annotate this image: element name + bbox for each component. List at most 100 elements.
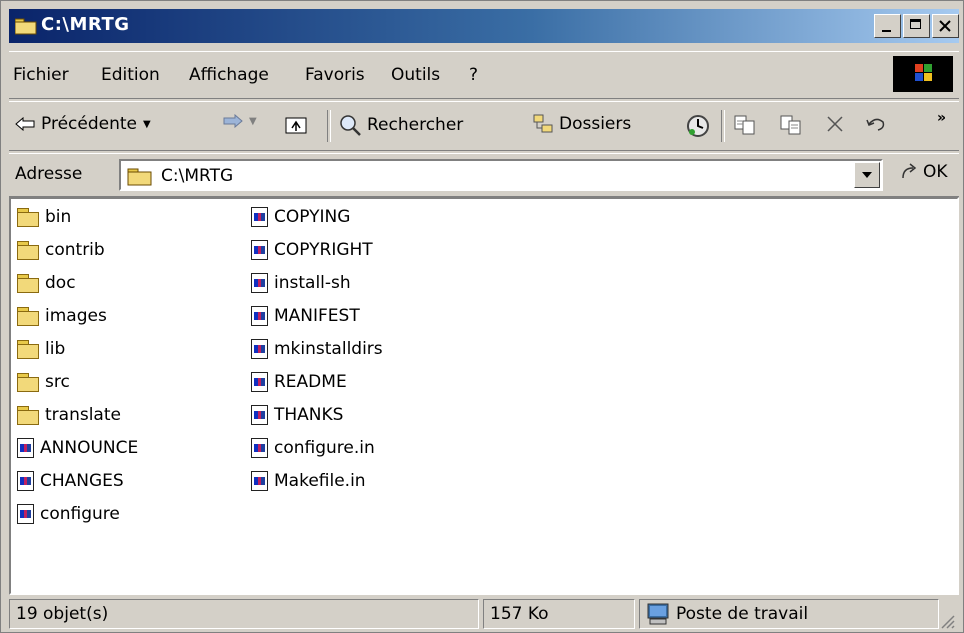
status-object-count: 19 objet(s) bbox=[9, 599, 479, 629]
item-label: images bbox=[45, 306, 107, 326]
file-icon bbox=[17, 504, 34, 524]
window-title: C:\MRTG bbox=[41, 14, 130, 35]
resize-grip-icon[interactable] bbox=[939, 613, 955, 629]
delete-icon bbox=[827, 116, 843, 132]
explorer-window: C:\MRTG Fichier Edition Affichage Favori… bbox=[0, 0, 964, 633]
folder-item[interactable]: bin bbox=[17, 203, 71, 231]
item-label: CHANGES bbox=[40, 471, 124, 491]
folders-tree-icon bbox=[533, 114, 553, 133]
toolbar-separator bbox=[721, 110, 725, 142]
menu-label: Outils bbox=[391, 65, 441, 85]
back-arrow-icon bbox=[15, 117, 35, 131]
folder-item[interactable]: translate bbox=[17, 401, 121, 429]
folder-icon bbox=[17, 340, 39, 359]
folder-icon bbox=[127, 168, 152, 186]
item-label: ANNOUNCE bbox=[40, 438, 139, 458]
file-item[interactable]: COPYRIGHT bbox=[251, 236, 373, 264]
status-size: 157 Ko bbox=[483, 599, 635, 629]
file-item[interactable]: install-sh bbox=[251, 269, 351, 297]
search-button[interactable]: Rechercher bbox=[339, 114, 463, 136]
windows-logo bbox=[893, 56, 953, 92]
standard-toolbar: Précédente ▼ ▼ Rechercher Dossiers » bbox=[9, 101, 959, 151]
file-item[interactable]: ANNOUNCE bbox=[17, 434, 138, 462]
chevron-down-icon bbox=[862, 172, 872, 178]
menu-label: Affichage bbox=[189, 65, 269, 85]
folder-item[interactable]: lib bbox=[17, 335, 65, 363]
item-label: MANIFEST bbox=[274, 306, 360, 326]
folder-item[interactable]: doc bbox=[17, 269, 76, 297]
status-zone: Poste de travail bbox=[639, 599, 939, 629]
item-label: src bbox=[45, 372, 70, 392]
folder-item[interactable]: src bbox=[17, 368, 70, 396]
copy-to-button[interactable] bbox=[779, 114, 803, 136]
folder-icon bbox=[17, 406, 39, 425]
maximize-icon bbox=[910, 19, 921, 29]
back-label: Précédente bbox=[41, 114, 137, 134]
item-label: bin bbox=[45, 207, 72, 227]
undo-icon bbox=[866, 118, 885, 131]
status-zone-label: Poste de travail bbox=[676, 604, 809, 624]
forward-arrow-icon bbox=[223, 114, 243, 128]
go-button[interactable]: OK bbox=[899, 162, 948, 182]
forward-button[interactable]: ▼ bbox=[223, 114, 257, 128]
toolbar-separator bbox=[327, 110, 331, 142]
menu-edition[interactable]: Edition bbox=[101, 65, 160, 85]
move-to-button[interactable] bbox=[733, 114, 757, 136]
move-to-icon bbox=[734, 115, 755, 135]
file-item[interactable]: README bbox=[251, 368, 347, 396]
undo-button[interactable] bbox=[865, 114, 887, 134]
file-list-pane[interactable]: bin contrib doc images lib src translate ANNOUN… bbox=[9, 197, 959, 595]
history-button[interactable] bbox=[685, 114, 711, 138]
close-button[interactable] bbox=[932, 14, 959, 38]
back-button[interactable]: Précédente ▼ bbox=[15, 114, 151, 134]
up-folder-button[interactable] bbox=[285, 114, 307, 134]
computer-icon bbox=[647, 603, 669, 625]
menu-outils[interactable]: Outils bbox=[391, 65, 440, 85]
menu-favoris[interactable]: Favoris bbox=[305, 65, 365, 85]
address-dropdown-button[interactable] bbox=[854, 162, 880, 188]
item-label: COPYING bbox=[274, 207, 351, 227]
address-input[interactable]: C:\MRTG bbox=[119, 159, 883, 191]
file-item[interactable]: Makefile.in bbox=[251, 467, 366, 495]
file-icon bbox=[17, 471, 34, 491]
file-item[interactable]: mkinstalldirs bbox=[251, 335, 383, 363]
minimize-button[interactable] bbox=[874, 14, 901, 38]
folder-icon bbox=[14, 17, 37, 35]
item-label: mkinstalldirs bbox=[274, 339, 383, 359]
search-icon bbox=[340, 115, 361, 136]
file-item[interactable]: configure.in bbox=[251, 434, 375, 462]
windows-flag-icon bbox=[915, 64, 932, 81]
address-value: C:\MRTG bbox=[161, 166, 234, 186]
menu-label: ? bbox=[469, 65, 479, 85]
file-icon bbox=[251, 405, 268, 425]
menu-affichage[interactable]: Affichage bbox=[189, 65, 269, 85]
file-icon bbox=[251, 339, 268, 359]
file-item[interactable]: configure bbox=[17, 500, 120, 528]
folder-icon bbox=[17, 208, 39, 227]
back-dropdown-icon: ▼ bbox=[142, 118, 151, 130]
maximize-button[interactable] bbox=[903, 14, 930, 38]
file-icon bbox=[17, 438, 34, 458]
menu-fichier[interactable]: Fichier bbox=[13, 65, 69, 85]
file-item[interactable]: MANIFEST bbox=[251, 302, 360, 330]
file-item[interactable]: CHANGES bbox=[17, 467, 124, 495]
menu-bar: Fichier Edition Affichage Favoris Outils… bbox=[9, 51, 959, 99]
title-bar[interactable]: C:\MRTG bbox=[9, 9, 959, 43]
toolbar-overflow-chevron-icon[interactable]: » bbox=[937, 110, 946, 126]
file-icon bbox=[251, 306, 268, 326]
folder-item[interactable]: contrib bbox=[17, 236, 105, 264]
folder-item[interactable]: images bbox=[17, 302, 107, 330]
forward-dropdown-icon: ▼ bbox=[249, 115, 257, 127]
item-label: install-sh bbox=[274, 273, 351, 293]
file-icon bbox=[251, 207, 268, 227]
menu-help[interactable]: ? bbox=[469, 65, 478, 85]
item-label: translate bbox=[45, 405, 121, 425]
file-item[interactable]: COPYING bbox=[251, 203, 350, 231]
file-item[interactable]: THANKS bbox=[251, 401, 343, 429]
folder-icon bbox=[17, 274, 39, 293]
go-label: OK bbox=[923, 162, 948, 182]
item-label: THANKS bbox=[274, 405, 344, 425]
delete-button[interactable] bbox=[825, 114, 845, 134]
folders-label: Dossiers bbox=[559, 114, 632, 134]
folders-button[interactable]: Dossiers bbox=[533, 114, 631, 134]
